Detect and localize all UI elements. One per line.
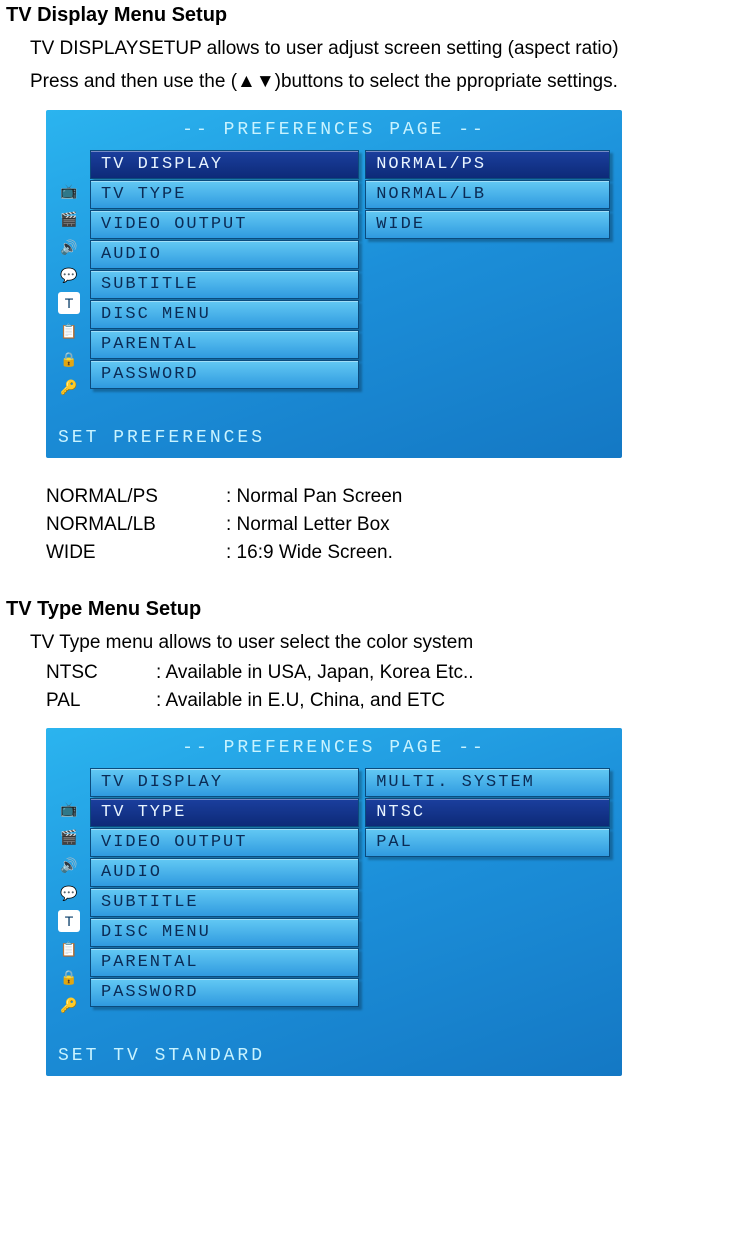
osd-option-normal-ps[interactable]: NORMAL/PS [365, 150, 610, 179]
tv-icon: 📺 [58, 798, 80, 820]
menu-icon: 📋 [58, 938, 80, 960]
osd-item-audio[interactable]: AUDIO [90, 858, 359, 887]
osd-footer: SET TV STANDARD [58, 1046, 610, 1066]
osd-item-video-output[interactable]: VIDEO OUTPUT [90, 828, 359, 857]
paragraph: Press and then use the (▲▼)buttons to se… [30, 70, 728, 95]
definition-row: PAL : Available in E.U, China, and ETC [46, 690, 728, 712]
osd-options-list: NORMAL/PS NORMAL/LB WIDE [365, 150, 610, 398]
parental-icon: 🔒 [58, 348, 80, 370]
osd-title: -- PREFERENCES PAGE -- [58, 120, 610, 140]
osd-item-password[interactable]: PASSWORD [90, 360, 359, 389]
definition-term: NTSC [46, 662, 156, 684]
section-title-tv-type: TV Type Menu Setup [6, 598, 728, 621]
osd-footer: SET PREFERENCES [58, 428, 610, 448]
osd-screenshot-2: -- PREFERENCES PAGE -- 📺 🎬 🔊 💬 T 📋 🔒 🔑 T… [46, 728, 622, 1076]
subtitle-icon: 💬 [58, 264, 80, 286]
osd-screenshot-1: -- PREFERENCES PAGE -- 📺 🎬 🔊 💬 T 📋 🔒 🔑 T… [46, 110, 622, 458]
audio-icon: 🔊 [58, 854, 80, 876]
osd-item-tv-display[interactable]: TV DISPLAY [90, 768, 359, 797]
osd-option-multi-system[interactable]: MULTI. SYSTEM [365, 768, 610, 797]
osd-item-password[interactable]: PASSWORD [90, 978, 359, 1007]
osd-title: -- PREFERENCES PAGE -- [58, 738, 610, 758]
parental-icon: 🔒 [58, 966, 80, 988]
password-icon: 🔑 [58, 376, 80, 398]
audio-icon: 🔊 [58, 236, 80, 258]
definition-value: : Normal Letter Box [226, 514, 390, 536]
osd-item-subtitle[interactable]: SUBTITLE [90, 270, 359, 299]
definition-value: : 16:9 Wide Screen. [226, 542, 393, 564]
tv-icon: 📺 [58, 180, 80, 202]
osd-item-disc-menu[interactable]: DISC MENU [90, 918, 359, 947]
section-title-tv-display: TV Display Menu Setup [6, 4, 728, 27]
osd-item-subtitle[interactable]: SUBTITLE [90, 888, 359, 917]
osd-menu-list: TV DISPLAY TV TYPE VIDEO OUTPUT AUDIO SU… [90, 768, 359, 1016]
definition-value: : Normal Pan Screen [226, 486, 402, 508]
osd-icon-column: 📺 🎬 🔊 💬 T 📋 🔒 🔑 [58, 180, 90, 398]
subtitle-icon: 💬 [58, 882, 80, 904]
video-icon: 🎬 [58, 826, 80, 848]
definition-term: NORMAL/LB [46, 514, 226, 536]
osd-item-audio[interactable]: AUDIO [90, 240, 359, 269]
definition-term: PAL [46, 690, 156, 712]
paragraph: TV Type menu allows to user select the c… [30, 631, 728, 656]
osd-option-wide[interactable]: WIDE [365, 210, 610, 239]
osd-item-tv-type[interactable]: TV TYPE [90, 180, 359, 209]
osd-options-list: MULTI. SYSTEM NTSC PAL [365, 768, 610, 1016]
osd-icon-column: 📺 🎬 🔊 💬 T 📋 🔒 🔑 [58, 798, 90, 1016]
osd-option-pal[interactable]: PAL [365, 828, 610, 857]
definition-row: NORMAL/LB : Normal Letter Box [46, 514, 728, 536]
password-icon: 🔑 [58, 994, 80, 1016]
definition-table-tv-display: NORMAL/PS : Normal Pan Screen NORMAL/LB … [46, 486, 728, 564]
osd-item-parental[interactable]: PARENTAL [90, 330, 359, 359]
definition-term: NORMAL/PS [46, 486, 226, 508]
definition-table-tv-type: NTSC : Available in USA, Japan, Korea Et… [46, 662, 728, 712]
text-icon: T [58, 292, 80, 314]
menu-icon: 📋 [58, 320, 80, 342]
osd-item-parental[interactable]: PARENTAL [90, 948, 359, 977]
paragraph: TV DISPLAYSETUP allows to user adjust sc… [30, 37, 728, 62]
text-icon: T [58, 910, 80, 932]
definition-value: : Available in E.U, China, and ETC [156, 690, 445, 712]
osd-option-normal-lb[interactable]: NORMAL/LB [365, 180, 610, 209]
definition-row: WIDE : 16:9 Wide Screen. [46, 542, 728, 564]
definition-row: NTSC : Available in USA, Japan, Korea Et… [46, 662, 728, 684]
definition-row: NORMAL/PS : Normal Pan Screen [46, 486, 728, 508]
osd-item-video-output[interactable]: VIDEO OUTPUT [90, 210, 359, 239]
osd-item-disc-menu[interactable]: DISC MENU [90, 300, 359, 329]
osd-menu-list: TV DISPLAY TV TYPE VIDEO OUTPUT AUDIO SU… [90, 150, 359, 398]
definition-value: : Available in USA, Japan, Korea Etc.. [156, 662, 474, 684]
osd-option-ntsc[interactable]: NTSC [365, 798, 610, 827]
definition-term: WIDE [46, 542, 226, 564]
video-icon: 🎬 [58, 208, 80, 230]
osd-item-tv-type[interactable]: TV TYPE [90, 798, 359, 827]
osd-item-tv-display[interactable]: TV DISPLAY [90, 150, 359, 179]
